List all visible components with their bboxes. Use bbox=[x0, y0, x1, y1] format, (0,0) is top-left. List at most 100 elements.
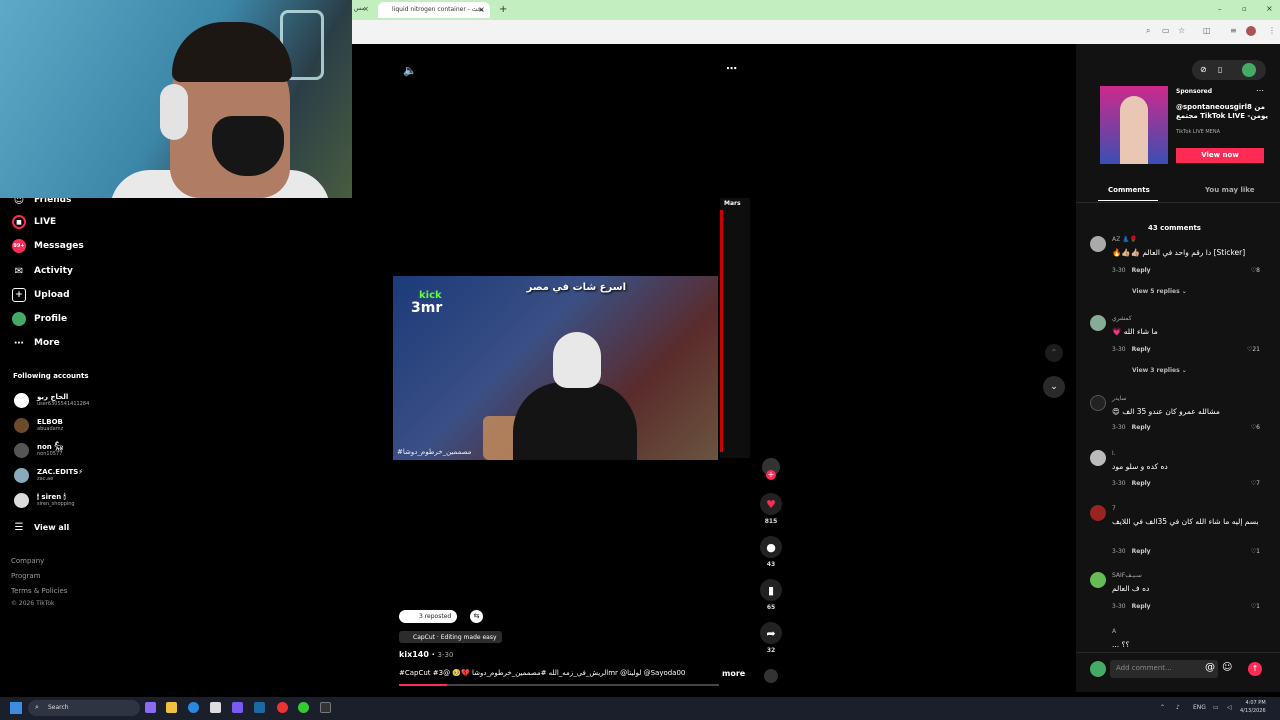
window-close-icon[interactable]: × bbox=[1266, 4, 1273, 13]
following-account[interactable]: ELBOB abuadamz bbox=[14, 418, 63, 433]
emoji-icon[interactable]: ☺ bbox=[1222, 662, 1232, 673]
browser-menu-icon[interactable]: ⋮ bbox=[1268, 26, 1276, 35]
cast-icon[interactable]: ▭ bbox=[1162, 26, 1170, 35]
footer-link-company[interactable]: Company bbox=[11, 557, 44, 565]
taskbar-clock[interactable]: 4:07 PM 4/13/2026 bbox=[1240, 699, 1266, 715]
more-options-icon[interactable]: ⋯ bbox=[726, 62, 737, 75]
zoom-icon[interactable]: ⌕ bbox=[1146, 26, 1150, 36]
avatar[interactable] bbox=[1090, 572, 1106, 588]
sidebar-item-upload[interactable]: + Upload bbox=[12, 288, 70, 302]
edge-icon[interactable] bbox=[188, 702, 199, 713]
avatar[interactable] bbox=[1090, 315, 1106, 331]
video-progress-bar[interactable] bbox=[399, 684, 719, 686]
new-tab-button[interactable]: + bbox=[499, 4, 507, 15]
sidebar-item-more[interactable]: ⋯ More bbox=[12, 336, 60, 350]
sidebar-item-activity[interactable]: ✉ Activity bbox=[12, 264, 73, 278]
tray-chevron-icon[interactable]: ⌃ bbox=[1160, 704, 1165, 711]
comment-like[interactable]: ♡1 bbox=[1251, 548, 1260, 555]
following-account[interactable]: ZAC.EDITS⚡ zac.ae bbox=[14, 468, 83, 483]
sidebar-item-profile[interactable]: Profile bbox=[12, 312, 67, 326]
comment-like[interactable]: ♡8 bbox=[1251, 267, 1260, 274]
windows-start-icon[interactable] bbox=[10, 702, 22, 714]
avatar[interactable] bbox=[1090, 450, 1106, 466]
reposted-badge[interactable]: 3 reposted bbox=[399, 610, 458, 623]
file-explorer-icon[interactable] bbox=[166, 702, 177, 713]
mic-icon[interactable]: ♪ bbox=[1176, 704, 1180, 711]
avatar[interactable] bbox=[1090, 236, 1106, 252]
comment-button[interactable]: ● 43 bbox=[760, 536, 782, 568]
reply-button[interactable]: Reply bbox=[1132, 346, 1151, 353]
footer-link-terms[interactable]: Terms & Policies bbox=[11, 587, 67, 595]
bookmark-star-icon[interactable]: ☆ bbox=[1178, 26, 1185, 35]
music-disc-icon[interactable] bbox=[764, 669, 778, 683]
avatar[interactable] bbox=[1090, 505, 1106, 521]
discord-icon[interactable] bbox=[232, 702, 243, 713]
comments-tabs: Comments You may like bbox=[1098, 184, 1268, 202]
reply-button[interactable]: Reply bbox=[1132, 548, 1151, 555]
ad-thumbnail[interactable] bbox=[1100, 86, 1168, 164]
coins-icon[interactable]: ⊘ bbox=[1200, 65, 1207, 74]
address-bar[interactable] bbox=[352, 20, 1280, 44]
ad-menu-icon[interactable]: ⋯ bbox=[1256, 86, 1264, 95]
view-now-button[interactable]: View now bbox=[1176, 148, 1264, 163]
volume-icon[interactable]: 🔈 bbox=[403, 64, 417, 77]
copyright: © 2026 TikTok bbox=[11, 600, 55, 607]
taskbar-app-icon[interactable] bbox=[145, 702, 156, 713]
avatar[interactable] bbox=[1090, 395, 1106, 411]
extensions-icon[interactable]: ◫ bbox=[1203, 26, 1211, 35]
post-author[interactable]: kix140 · 3-30 bbox=[399, 650, 453, 659]
tab-close-icon[interactable]: × bbox=[478, 5, 485, 14]
tab-you-may-like[interactable]: You may like bbox=[1205, 186, 1254, 194]
mention-icon[interactable]: @ bbox=[1205, 662, 1215, 673]
comment-like[interactable]: ♡6 bbox=[1251, 424, 1260, 431]
save-button[interactable]: ▮ 65 bbox=[760, 579, 782, 611]
like-button[interactable]: ♥ 815 bbox=[760, 493, 782, 525]
app-icon[interactable] bbox=[298, 702, 309, 713]
device-icon[interactable]: ▯ bbox=[1218, 65, 1222, 74]
sidebar-item-live[interactable]: ■ LIVE bbox=[12, 215, 56, 229]
previous-video-button[interactable]: ⌃ bbox=[1045, 344, 1063, 362]
terminal-icon[interactable] bbox=[320, 702, 331, 713]
profile-avatar[interactable] bbox=[1246, 26, 1256, 36]
network-icon[interactable]: ▭ bbox=[1213, 704, 1219, 711]
reply-button[interactable]: Reply bbox=[1132, 603, 1151, 610]
window-maximize-icon[interactable]: ▫ bbox=[1242, 5, 1247, 13]
following-account[interactable]: 🕯 siren 🕯 siren_shopping bbox=[14, 493, 75, 508]
chrome-icon[interactable] bbox=[277, 702, 288, 713]
reply-button[interactable]: Reply bbox=[1132, 480, 1151, 487]
next-video-button[interactable]: ⌄ bbox=[1043, 376, 1065, 398]
volume-tray-icon[interactable]: ◁ bbox=[1227, 704, 1232, 711]
repost-icon[interactable]: ⇆ bbox=[470, 610, 483, 623]
more-link[interactable]: more bbox=[722, 669, 745, 678]
store-icon[interactable] bbox=[210, 702, 221, 713]
sidebar-item-messages[interactable]: 99+ Messages bbox=[12, 239, 84, 253]
comment-like[interactable]: ♡7 bbox=[1251, 480, 1260, 487]
user-avatar[interactable] bbox=[1242, 63, 1256, 77]
previous-tab-close-icon[interactable]: × bbox=[363, 5, 369, 13]
taskbar-search[interactable]: Search bbox=[28, 700, 140, 716]
view-replies-button[interactable]: View 5 replies ⌄ bbox=[1132, 288, 1187, 295]
following-account[interactable]: الحاج ربو user6305541411284 bbox=[14, 393, 89, 408]
follow-plus-icon[interactable]: + bbox=[766, 470, 776, 480]
sidebar-icon[interactable]: ≡ bbox=[1230, 26, 1237, 35]
tab-comments[interactable]: Comments bbox=[1108, 186, 1150, 194]
capcut-badge[interactable]: CapCut · Editing made easy bbox=[399, 631, 502, 643]
add-comment-input[interactable]: Add comment... bbox=[1110, 660, 1218, 678]
reply-button[interactable]: Reply bbox=[1132, 424, 1151, 431]
send-icon[interactable]: ↑ bbox=[1248, 662, 1262, 676]
following-account[interactable]: non 𓃵 non10577 bbox=[14, 443, 63, 458]
comment-like[interactable]: ♡1 bbox=[1251, 603, 1260, 610]
active-tab[interactable]: liquid nitrogen container - بحث × bbox=[378, 2, 490, 18]
steam-icon[interactable] bbox=[254, 702, 265, 713]
share-button[interactable]: ➦ 32 bbox=[760, 622, 782, 654]
ad-title[interactable]: @spontaneousgirl8 من مجتمع TikTok LIVE -… bbox=[1176, 103, 1272, 121]
comment-like[interactable]: ♡21 bbox=[1247, 346, 1260, 353]
reply-button[interactable]: Reply bbox=[1132, 267, 1151, 274]
view-replies-button[interactable]: View 3 replies ⌄ bbox=[1132, 367, 1187, 374]
window-minimize-icon[interactable]: – bbox=[1218, 5, 1222, 13]
more-icon: ⋯ bbox=[14, 337, 24, 349]
language-indicator[interactable]: ENG bbox=[1193, 704, 1206, 711]
video-frame[interactable]: اسرع شات في مصر kick 3mr #مصممين_خرطوم_د… bbox=[393, 276, 718, 460]
view-all-button[interactable]: ☰ View all bbox=[12, 520, 70, 534]
footer-link-program[interactable]: Program bbox=[11, 572, 41, 580]
